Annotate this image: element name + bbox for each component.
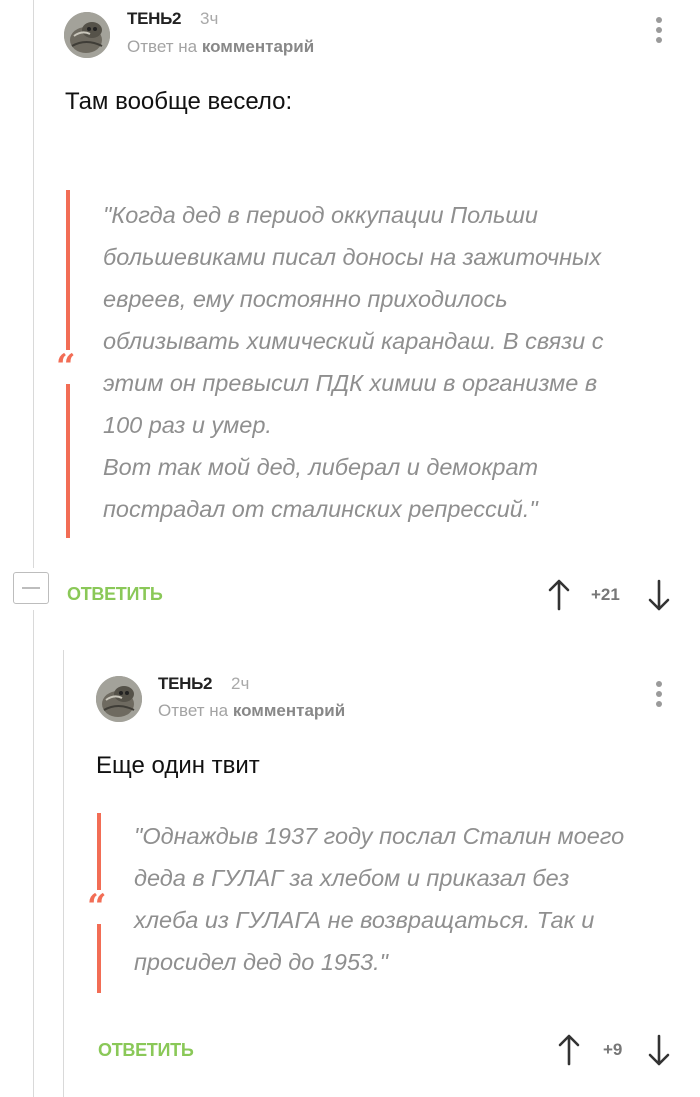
- quote-text: "Когда дед в период оккупации Польши бол…: [103, 202, 604, 522]
- comment-author[interactable]: ТЕНЬ2: [127, 9, 181, 29]
- reply-to-prefix: Ответ на: [127, 37, 198, 56]
- quote-icon: “: [56, 347, 76, 387]
- reply-to-link[interactable]: комментарий: [233, 701, 345, 720]
- reply-button[interactable]: ОТВЕТИТЬ: [67, 584, 163, 605]
- arrow-down-icon[interactable]: [647, 1033, 671, 1067]
- quote-text: "Однаждыв 1937 году послал Сталин моего …: [134, 823, 625, 975]
- avatar-image: [64, 12, 110, 58]
- reply-to-prefix: Ответ на: [158, 701, 229, 720]
- quote-icon: “: [87, 887, 107, 927]
- more-vertical-icon[interactable]: [654, 681, 664, 713]
- avatar[interactable]: [64, 12, 110, 58]
- reply-to-line: Ответ на комментарий: [127, 37, 314, 57]
- comment-text: Там вообще весело:: [65, 88, 293, 115]
- reply-to-link[interactable]: комментарий: [202, 37, 314, 56]
- comment-time: 2ч: [231, 674, 250, 693]
- rating-value: +9: [603, 1040, 623, 1059]
- rating-value: +21: [591, 585, 620, 604]
- reply-to-line: Ответ на комментарий: [158, 701, 345, 721]
- minus-icon[interactable]: [13, 572, 49, 604]
- comment-time: 3ч: [200, 9, 219, 28]
- thread-line: [33, 0, 34, 568]
- comment-author[interactable]: ТЕНЬ2: [158, 674, 212, 694]
- thread-line: [33, 610, 34, 1097]
- reply-button[interactable]: ОТВЕТИТЬ: [98, 1040, 194, 1061]
- arrow-up-icon[interactable]: [547, 578, 571, 612]
- arrow-down-icon[interactable]: [647, 578, 671, 612]
- more-vertical-icon[interactable]: [654, 17, 664, 49]
- comment-text: Еще один твит: [96, 752, 260, 779]
- avatar[interactable]: [96, 676, 142, 722]
- avatar-image: [96, 676, 142, 722]
- arrow-up-icon[interactable]: [557, 1033, 581, 1067]
- thread-line: [63, 650, 64, 1097]
